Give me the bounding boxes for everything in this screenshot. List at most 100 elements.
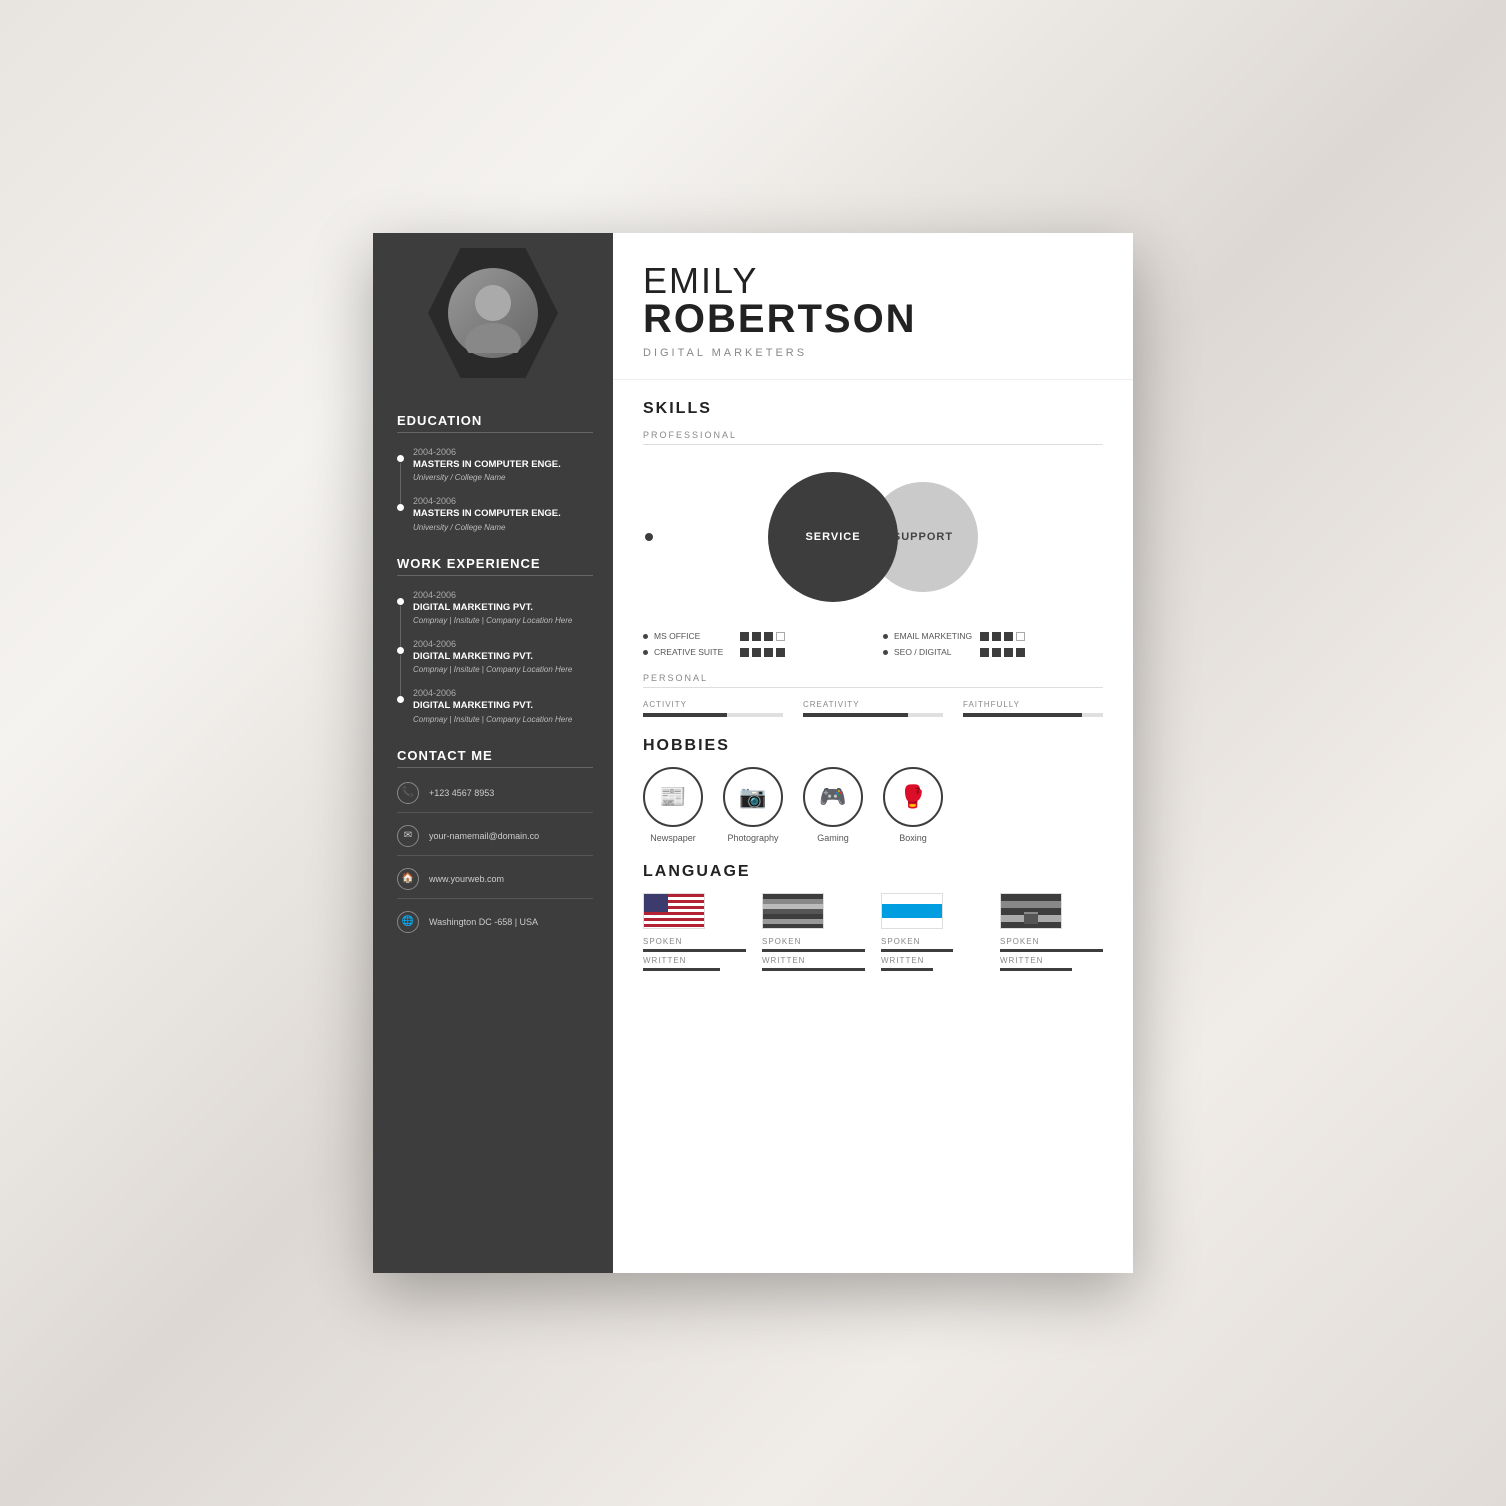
lang-written-bar-4 [1000,968,1072,971]
creativity-track [803,713,943,717]
creativity-fill [803,713,908,717]
education-item-2: 2004-2006 MASTERS IN COMPUTER ENGE. Univ… [397,496,593,531]
flag-2 [762,893,824,929]
sidebar-content: EDUCATION 2004-2006 MASTERS IN COMPUTER … [373,393,613,985]
gaming-label: Gaming [817,833,849,843]
hobbies-section: HOBBIES 📰 Newspaper 📷 Photography 🎮 Gami… [643,737,1103,843]
edu-school-1: University / College Name [413,473,593,482]
lang-written-1: WRITTEN [643,956,746,965]
skill-dot [643,650,648,655]
activity-track [643,713,783,717]
personal-section: PERSONAL ACTIVITY CREATIVITY [643,673,1103,717]
newspaper-label: Newspaper [650,833,696,843]
exp-item-1: 2004-2006 DIGITAL MARKETING PVT. Compnay… [397,590,593,625]
skill-dot [883,634,888,639]
email-icon: ✉ [397,825,419,847]
language-section: LANGUAGE SPOKEN WRITTEN SPOKEN [643,863,1103,973]
edu-school-2: University / College Name [413,523,593,532]
activity-bar: ACTIVITY [643,700,783,717]
skill-seo: SEO / DIGITAL [883,647,1103,657]
lang-written-bar-3 [881,968,933,971]
lang-4: SPOKEN WRITTEN [1000,893,1103,973]
venn-dot [645,533,653,541]
exp-year-3: 2004-2006 [413,688,593,698]
sq3 [764,632,773,641]
sq4 [776,632,785,641]
skill-email-marketing: EMAIL MARKETING [883,631,1103,641]
flag-3 [881,893,943,929]
hobbies-grid: 📰 Newspaper 📷 Photography 🎮 Gaming 🥊 Box… [643,767,1103,843]
experience-title: WORK EXPERIENCE [397,556,593,576]
personal-label: PERSONAL [643,673,1103,688]
website-icon: 🏠 [397,868,419,890]
gaming-icon: 🎮 [803,767,863,827]
faithfully-fill [963,713,1082,717]
experience-section: WORK EXPERIENCE 2004-2006 DIGITAL MARKET… [397,556,593,724]
lang-spoken-bar-4 [1000,949,1103,952]
activity-fill [643,713,727,717]
lang-spoken-2: SPOKEN [762,937,865,946]
resume: EDUCATION 2004-2006 MASTERS IN COMPUTER … [373,233,1133,1273]
flag-1 [643,893,705,929]
location-text: Washington DC -658 | USA [429,917,538,927]
creativity-bar: CREATIVITY [803,700,943,717]
skill-seo-squares [980,648,1025,657]
edu-year-2: 2004-2006 [413,496,593,506]
education-section: EDUCATION 2004-2006 MASTERS IN COMPUTER … [397,413,593,532]
skills-section: SKILLS PROFESSIONAL SERVICE SUPPORT MS O… [643,400,1103,717]
hobbies-title: HOBBIES [643,737,1103,755]
lang-3: SPOKEN WRITTEN [881,893,984,973]
professional-label: PROFESSIONAL [643,430,1103,445]
photography-label: Photography [727,833,778,843]
exp-item-2: 2004-2006 DIGITAL MARKETING PVT. Compnay… [397,639,593,674]
newspaper-icon: 📰 [643,767,703,827]
phone-icon: 📞 [397,782,419,804]
lang-2: SPOKEN WRITTEN [762,893,865,973]
sq3 [1004,632,1013,641]
hobby-photography: 📷 Photography [723,767,783,843]
boxing-label: Boxing [899,833,927,843]
edu-degree-1: MASTERS IN COMPUTER ENGE. [413,459,593,471]
lang-spoken-bar-2 [762,949,865,952]
lang-written-3: WRITTEN [881,956,984,965]
contact-website: 🏠 www.yourweb.com [397,868,593,899]
lang-written-4: WRITTEN [1000,956,1103,965]
sq4 [1016,648,1025,657]
sq1 [980,632,989,641]
activity-label: ACTIVITY [643,700,783,709]
boxing-icon: 🥊 [883,767,943,827]
faithfully-label: FAITHFULLY [963,700,1103,709]
contact-location: 🌐 Washington DC -658 | USA [397,911,593,941]
lang-spoken-3: SPOKEN [881,937,984,946]
sq3 [764,648,773,657]
lang-written-bar-1 [643,968,720,971]
email-text: your-namemail@domain.co [429,831,539,841]
skill-ms-office: MS OFFICE [643,631,863,641]
sq2 [992,648,1001,657]
language-title: LANGUAGE [643,863,1103,881]
skill-seo-label: SEO / DIGITAL [894,647,974,657]
sidebar: EDUCATION 2004-2006 MASTERS IN COMPUTER … [373,233,613,1273]
location-icon: 🌐 [397,911,419,933]
hobby-gaming: 🎮 Gaming [803,767,863,843]
faithfully-bar: FAITHFULLY [963,700,1103,717]
skill-email-squares [980,632,1025,641]
contact-phone: 📞 +123 4567 8953 [397,782,593,813]
exp-title-2: DIGITAL MARKETING PVT. [413,651,593,663]
sq1 [740,648,749,657]
skill-creative-squares [740,648,785,657]
sq2 [752,648,761,657]
exp-title-3: DIGITAL MARKETING PVT. [413,700,593,712]
sq1 [740,632,749,641]
language-grid: SPOKEN WRITTEN SPOKEN WRITTEN [643,893,1103,973]
hobby-newspaper: 📰 Newspaper [643,767,703,843]
resume-header: EMILY ROBERTSON DIGITAL MARKETERS [613,233,1133,380]
education-title: EDUCATION [397,413,593,433]
job-title: DIGITAL MARKETERS [643,347,1103,359]
hex-shape [428,248,558,378]
first-name: EMILY [643,263,1103,299]
sq3 [1004,648,1013,657]
contact-section: CONTACT ME 📞 +123 4567 8953 ✉ your-namem… [397,748,593,941]
lang-written-2: WRITTEN [762,956,865,965]
sq2 [992,632,1001,641]
